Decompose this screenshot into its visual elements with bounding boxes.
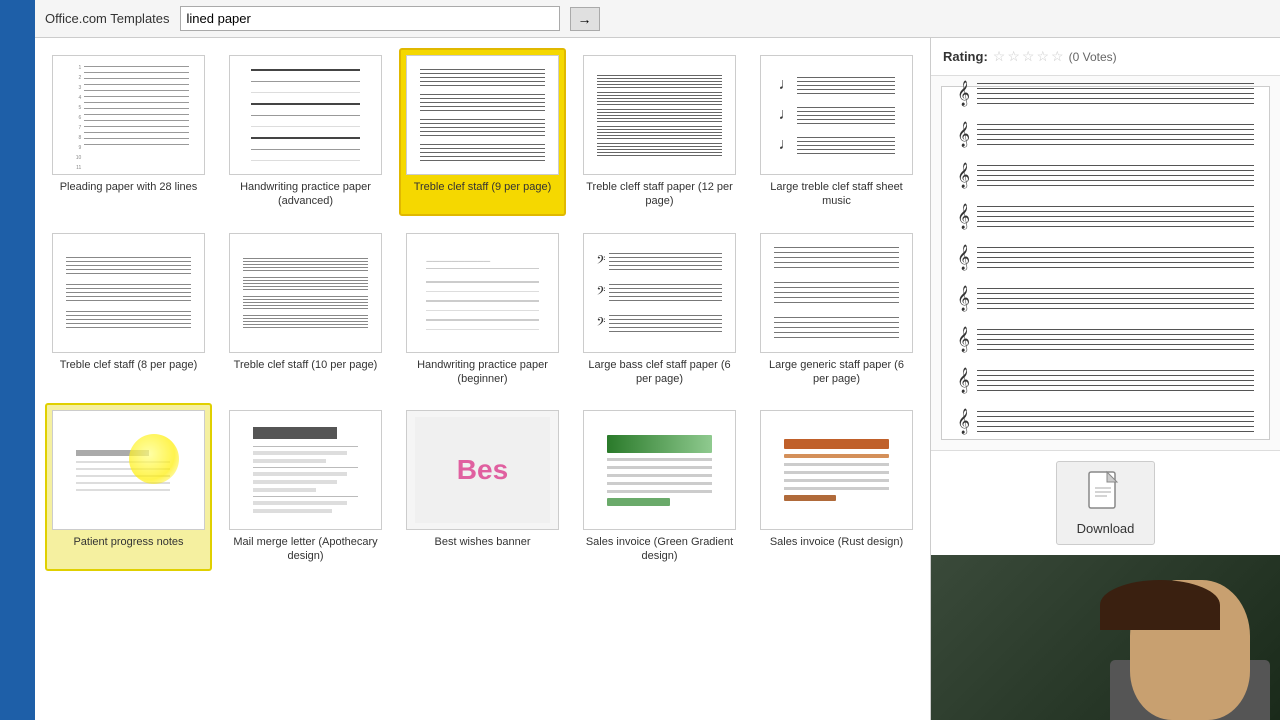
rating-area: Rating: ☆ ☆ ☆ ☆ ☆ (0 Votes) (931, 38, 1280, 76)
search-input[interactable] (180, 6, 560, 31)
preview-image: 𝄞 𝄞 (941, 86, 1270, 440)
search-button[interactable]: → (570, 7, 600, 31)
preview-staff-3: 𝄞 (957, 165, 1254, 186)
template-label-treble-8: Treble clef staff (8 per page) (60, 358, 198, 372)
star-2[interactable]: ☆ (1007, 48, 1020, 65)
template-thumb-bass-6: 𝄢 𝄢 (583, 233, 736, 353)
template-thumb-treble-8 (52, 233, 205, 353)
preview-clef-3: 𝄞 (957, 162, 970, 188)
template-label-mail-merge: Mail merge letter (Apothecary design) (229, 535, 382, 564)
template-label-hw-adv: Handwriting practice paper (advanced) (229, 180, 382, 209)
star-1[interactable]: ☆ (993, 48, 1006, 65)
template-item-invoice-green[interactable]: Sales invoice (Green Gradient design) (576, 403, 743, 571)
template-label-bass-6: Large bass clef staff paper (6 per page) (583, 358, 736, 387)
template-item-banner[interactable]: Bes Best wishes banner (399, 403, 566, 571)
preview-clef-9: 𝄞 (957, 408, 970, 434)
template-thumb-hw-adv (229, 55, 382, 175)
star-4[interactable]: ☆ (1036, 48, 1049, 65)
download-label: Download (1077, 521, 1135, 536)
preview-clef-4: 𝄞 (957, 203, 970, 229)
preview-staff-6: 𝄞 (957, 288, 1254, 309)
webcam-hair (1100, 580, 1220, 630)
template-grid-container: 1 2 3 4 5 6 7 8 9 10 11 (35, 38, 930, 720)
template-item-treble-10[interactable]: Treble clef staff (10 per page) (222, 226, 389, 394)
right-sidebar: Rating: ☆ ☆ ☆ ☆ ☆ (0 Votes) (930, 38, 1280, 720)
template-label-patient: Patient progress notes (73, 535, 183, 549)
template-item-patient[interactable]: Patient progress notes (45, 403, 212, 571)
rating-stars: ☆ ☆ ☆ ☆ ☆ (993, 48, 1064, 65)
rating-label: Rating: (943, 49, 988, 64)
template-label-pleading: Pleading paper with 28 lines (60, 180, 198, 194)
preview-clef-7: 𝄞 (957, 326, 970, 352)
download-button[interactable]: Download (1056, 461, 1156, 545)
left-sidebar-accent (0, 0, 35, 720)
preview-clef-1: 𝄞 (957, 80, 970, 106)
template-item-treble-9[interactable]: Treble clef staff (9 per page) (399, 48, 566, 216)
preview-clef-8: 𝄞 (957, 367, 970, 393)
content-area: 1 2 3 4 5 6 7 8 9 10 11 (35, 38, 1280, 720)
star-3[interactable]: ☆ (1022, 48, 1035, 65)
template-label-invoice-green: Sales invoice (Green Gradient design) (583, 535, 736, 564)
template-label-hw-beg: Handwriting practice paper (beginner) (406, 358, 559, 387)
template-item-pleading[interactable]: 1 2 3 4 5 6 7 8 9 10 11 (45, 48, 212, 216)
template-item-treble-12[interactable]: Treble cleff staff paper (12 per page) (576, 48, 743, 216)
template-thumb-hw-beg: ────────── (406, 233, 559, 353)
template-item-hw-adv[interactable]: Handwriting practice paper (advanced) (222, 48, 389, 216)
template-item-hw-beg[interactable]: ────────── Handwriting practice pa (399, 226, 566, 394)
star-5[interactable]: ☆ (1051, 48, 1064, 65)
template-label-treble-9: Treble clef staff (9 per page) (414, 180, 552, 194)
header-bar: Office.com Templates → (35, 0, 1280, 38)
template-item-invoice-rust[interactable]: Sales invoice (Rust design) (753, 403, 920, 571)
template-grid: 1 2 3 4 5 6 7 8 9 10 11 (45, 48, 920, 571)
template-label-treble-12: Treble cleff staff paper (12 per page) (583, 180, 736, 209)
download-icon (1087, 470, 1123, 517)
template-label-invoice-rust: Sales invoice (Rust design) (770, 535, 903, 549)
template-label-generic-staff: Large generic staff paper (6 per page) (760, 358, 913, 387)
template-item-mail-merge[interactable]: Mail merge letter (Apothecary design) (222, 403, 389, 571)
template-label-treble-10: Treble clef staff (10 per page) (234, 358, 378, 372)
template-thumb-generic-staff (760, 233, 913, 353)
webcam-area (931, 555, 1280, 720)
webcam-face (1130, 580, 1250, 720)
rating-row: Rating: ☆ ☆ ☆ ☆ ☆ (0 Votes) (943, 48, 1268, 65)
template-thumb-large-treble: ♩ ♩ (760, 55, 913, 175)
template-item-treble-8[interactable]: Treble clef staff (8 per page) (45, 226, 212, 394)
preview-staff-4: 𝄞 (957, 206, 1254, 227)
template-item-large-treble[interactable]: ♩ ♩ (753, 48, 920, 216)
template-item-bass-6[interactable]: 𝄢 𝄢 (576, 226, 743, 394)
preview-staff-7: 𝄞 (957, 329, 1254, 350)
template-thumb-mail-merge (229, 410, 382, 530)
template-thumb-treble-9 (406, 55, 559, 175)
download-area: Download (931, 451, 1280, 555)
preview-staff-8: 𝄞 (957, 370, 1254, 391)
preview-clef-5: 𝄞 (957, 244, 970, 270)
template-label-banner: Best wishes banner (435, 535, 531, 549)
preview-staff-5: 𝄞 (957, 247, 1254, 268)
template-thumb-patient (52, 410, 205, 530)
template-thumb-treble-10 (229, 233, 382, 353)
app-title: Office.com Templates (45, 11, 170, 26)
template-thumb-invoice-rust (760, 410, 913, 530)
preview-staff-9: 𝄞 (957, 411, 1254, 432)
preview-clef-2: 𝄞 (957, 121, 970, 147)
preview-pane: 𝄞 𝄞 (931, 76, 1280, 451)
votes-text: (0 Votes) (1069, 50, 1117, 64)
template-thumb-pleading: 1 2 3 4 5 6 7 8 9 10 11 (52, 55, 205, 175)
template-thumb-treble-12 (583, 55, 736, 175)
webcam-placeholder (931, 555, 1280, 720)
template-label-large-treble: Large treble clef staff sheet music (760, 180, 913, 209)
banner-text: Bes (457, 454, 508, 486)
preview-staff-2: 𝄞 (957, 124, 1254, 145)
preview-staff-1: 𝄞 (957, 83, 1254, 104)
preview-clef-6: 𝄞 (957, 285, 970, 311)
template-thumb-invoice-green (583, 410, 736, 530)
template-thumb-banner: Bes (406, 410, 559, 530)
template-item-generic-staff[interactable]: Large generic staff paper (6 per page) (753, 226, 920, 394)
main-content: Office.com Templates → 1 2 3 4 (35, 0, 1280, 720)
